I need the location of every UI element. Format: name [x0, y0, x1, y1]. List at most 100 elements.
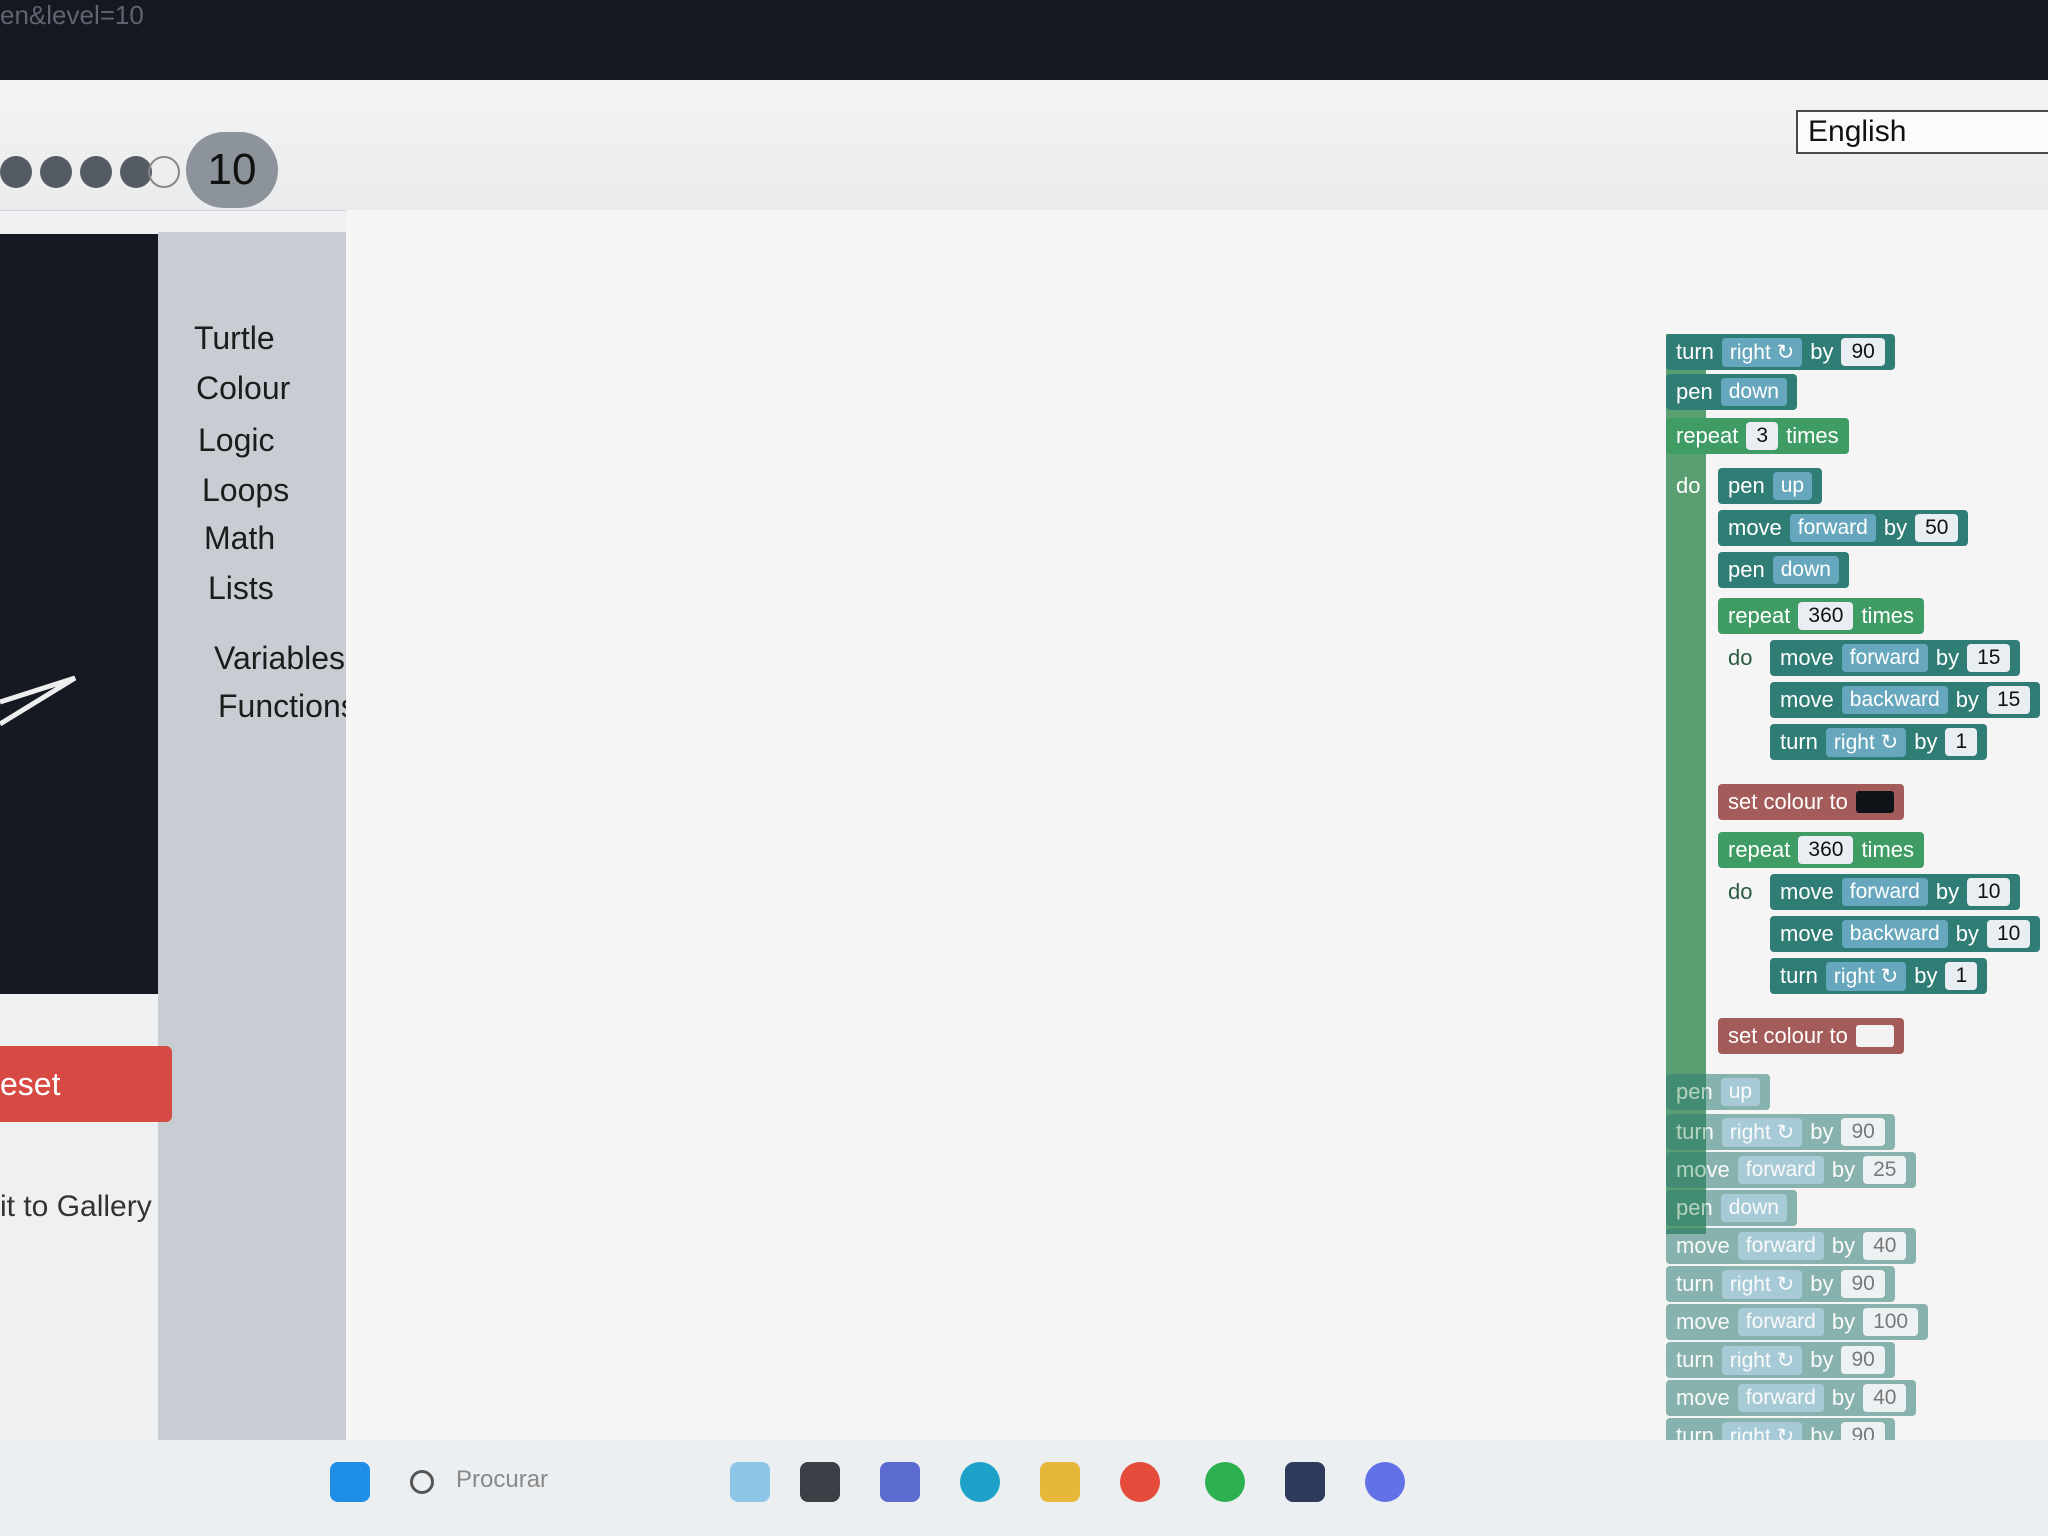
category-loops[interactable]: Loops [202, 472, 289, 509]
move-block[interactable]: move forward by 40 [1666, 1228, 1917, 1264]
repeat-block[interactable]: repeat 360 times [1718, 598, 1924, 634]
value-input[interactable]: 10 [1986, 920, 2031, 948]
language-select[interactable]: English [1796, 110, 2048, 154]
pen-block[interactable]: pen up [1666, 1074, 1771, 1110]
move-block[interactable]: move forward by 100 [1666, 1304, 1929, 1340]
direction-dropdown[interactable]: forward [1841, 878, 1928, 906]
blockly-workspace[interactable]: turn right ↻ by 90 pen down repeat 3 tim… [346, 210, 2048, 1480]
pen-state-dropdown[interactable]: down [1720, 378, 1787, 406]
repeat-count-input[interactable]: 360 [1798, 836, 1854, 864]
turn-block[interactable]: turn right ↻ by 90 [1666, 334, 1895, 370]
reset-button[interactable]: eset [0, 1046, 172, 1122]
folder-icon[interactable] [1040, 1462, 1080, 1502]
turn-block[interactable]: turn right ↻ by 90 [1666, 1266, 1895, 1302]
pen-state-dropdown[interactable]: up [1772, 472, 1813, 500]
value-input[interactable]: 40 [1863, 1232, 1907, 1260]
bing-icon[interactable] [730, 1462, 770, 1502]
move-label: move [1780, 645, 1834, 670]
value-input[interactable]: 90 [1841, 1270, 1885, 1298]
direction-dropdown[interactable]: right ↻ [1721, 1269, 1803, 1299]
level-dot[interactable] [80, 156, 112, 188]
value-input[interactable]: 100 [1863, 1308, 1919, 1336]
colour-swatch[interactable] [1855, 1025, 1894, 1047]
edge-icon[interactable] [960, 1462, 1000, 1502]
value-input[interactable]: 90 [1841, 1346, 1885, 1374]
level-dot-empty[interactable] [148, 156, 180, 188]
direction-dropdown[interactable]: right ↻ [1721, 337, 1803, 367]
move-block[interactable]: move forward by 25 [1666, 1152, 1917, 1188]
direction-dropdown[interactable]: forward [1737, 1232, 1824, 1260]
turn-block[interactable]: turn right ↻ by 1 [1770, 724, 1988, 760]
pen-block[interactable]: pen down [1666, 1190, 1797, 1226]
move-block[interactable]: move forward by 40 [1666, 1380, 1917, 1416]
colour-swatch[interactable] [1855, 791, 1894, 813]
move-block[interactable]: move forward by 15 [1770, 640, 2021, 676]
submit-to-gallery-link[interactable]: it to Gallery [0, 1190, 152, 1224]
move-block[interactable]: move forward by 10 [1770, 874, 2021, 910]
pen-state-dropdown[interactable]: down [1720, 1194, 1787, 1222]
repeat-count-input[interactable]: 3 [1746, 422, 1779, 450]
value-input[interactable]: 15 [1986, 686, 2031, 714]
by-label: by [1935, 645, 1960, 670]
direction-dropdown[interactable]: forward [1737, 1384, 1824, 1412]
category-math[interactable]: Math [204, 520, 275, 557]
set-colour-block[interactable]: set colour to [1718, 1018, 1904, 1054]
windows-start-icon[interactable] [330, 1462, 370, 1502]
repeat-block[interactable]: repeat 3 times [1666, 418, 1849, 454]
direction-dropdown[interactable]: forward [1841, 644, 1928, 672]
app-screen: 10 English Turtle Colour Logic Loops Mat… [0, 80, 2048, 1480]
by-label: by [1810, 339, 1834, 364]
value-input[interactable]: 1 [1945, 962, 1978, 990]
move-block[interactable]: move backward by 15 [1770, 682, 2041, 718]
level-dot[interactable] [0, 156, 32, 188]
turn-block[interactable]: turn right ↻ by 90 [1666, 1114, 1895, 1150]
direction-dropdown[interactable]: right ↻ [1721, 1117, 1803, 1147]
move-block[interactable]: move forward by 50 [1718, 510, 1969, 546]
pen-block[interactable]: pen up [1718, 468, 1823, 504]
value-input[interactable]: 10 [1967, 878, 2011, 906]
category-functions[interactable]: Functions [218, 688, 357, 725]
direction-dropdown[interactable]: backward [1841, 920, 1948, 948]
value-input[interactable]: 1 [1945, 728, 1978, 756]
repeat-count-input[interactable]: 360 [1798, 602, 1854, 630]
pen-block[interactable]: pen down [1666, 374, 1797, 410]
category-variables[interactable]: Variables [214, 640, 345, 677]
direction-dropdown[interactable]: right ↻ [1825, 961, 1907, 991]
chrome-icon[interactable] [1120, 1462, 1160, 1502]
value-input[interactable]: 40 [1863, 1384, 1907, 1412]
category-lists[interactable]: Lists [208, 570, 274, 607]
turn-block[interactable]: turn right ↻ by 90 [1666, 1342, 1895, 1378]
level-dot[interactable] [40, 156, 72, 188]
search-icon[interactable] [410, 1470, 434, 1494]
value-input[interactable]: 90 [1841, 338, 1885, 366]
direction-dropdown[interactable]: right ↻ [1825, 727, 1907, 757]
direction-dropdown[interactable]: forward [1737, 1308, 1824, 1336]
category-turtle[interactable]: Turtle [194, 320, 275, 357]
direction-dropdown[interactable]: right ↻ [1721, 1345, 1803, 1375]
move-block[interactable]: move backward by 10 [1770, 916, 2041, 952]
turn-block[interactable]: turn right ↻ by 1 [1770, 958, 1988, 994]
pen-block[interactable]: pen down [1718, 552, 1849, 588]
discord-icon[interactable] [1365, 1462, 1405, 1502]
value-input[interactable]: 50 [1915, 514, 1959, 542]
pen-state-dropdown[interactable]: up [1720, 1078, 1761, 1106]
current-level-badge[interactable]: 10 [186, 132, 278, 208]
category-colour[interactable]: Colour [196, 370, 290, 407]
value-input[interactable]: 90 [1841, 1118, 1885, 1146]
book-icon[interactable] [1285, 1462, 1325, 1502]
file-explorer-tile-icon[interactable] [800, 1462, 840, 1502]
direction-dropdown[interactable]: backward [1841, 686, 1948, 714]
pen-state-dropdown[interactable]: down [1772, 556, 1839, 584]
category-logic[interactable]: Logic [198, 422, 275, 459]
toolbox: Turtle Colour Logic Loops Math Lists Var… [158, 232, 357, 1452]
value-input[interactable]: 15 [1967, 644, 2011, 672]
direction-dropdown[interactable]: forward [1737, 1156, 1824, 1184]
set-colour-block[interactable]: set colour to [1718, 784, 1904, 820]
taskbar-search-input[interactable]: Procurar [456, 1466, 548, 1494]
spotify-icon[interactable] [1205, 1462, 1245, 1502]
teams-icon[interactable] [880, 1462, 920, 1502]
repeat-block[interactable]: repeat 360 times [1718, 832, 1924, 868]
direction-dropdown[interactable]: forward [1789, 514, 1876, 542]
pen-label: pen [1728, 473, 1765, 498]
value-input[interactable]: 25 [1863, 1156, 1907, 1184]
